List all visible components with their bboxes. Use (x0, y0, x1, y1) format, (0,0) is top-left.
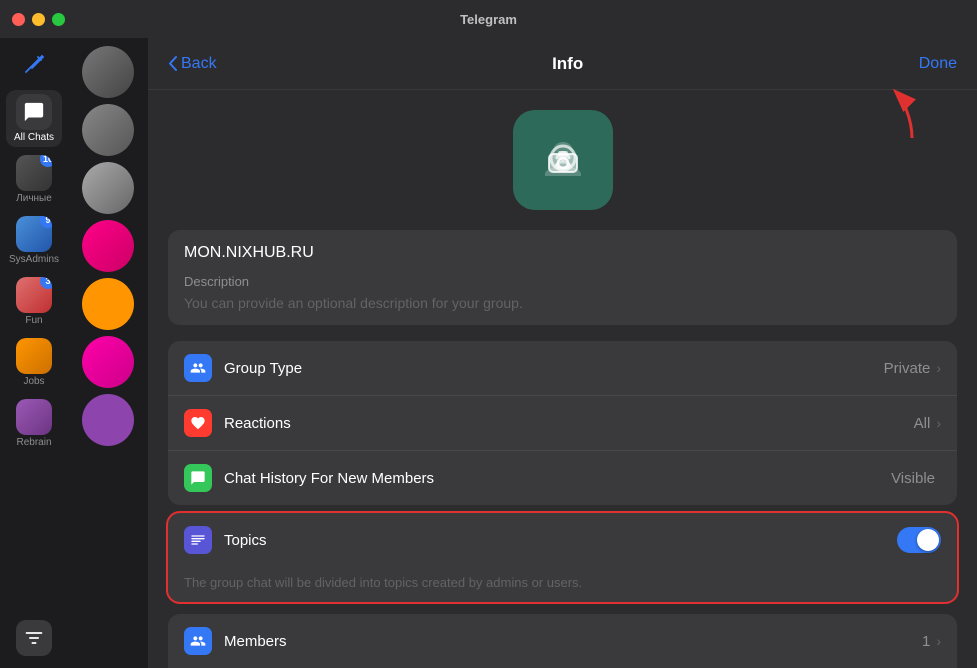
chat-avatar-3[interactable] (82, 162, 134, 214)
chat-avatar-1[interactable] (82, 46, 134, 98)
sidebar-item-personal-label: Личные (16, 193, 52, 204)
group-name: MON.NIXHUB.RU (184, 244, 941, 262)
members-row[interactable]: Members 1 › (168, 614, 957, 668)
toggle-thumb (917, 529, 939, 551)
chat-history-row[interactable]: Chat History For New Members Visible (168, 451, 957, 505)
filter-icon (16, 620, 52, 656)
title-bar: Telegram (0, 0, 977, 38)
sidebar-item-rebrain[interactable]: Rebrain (6, 395, 62, 452)
members-card: Members 1 › Invite Links 1 › (168, 614, 957, 668)
sidebar-item-filter[interactable] (6, 616, 62, 660)
rebrain-icon (16, 399, 52, 435)
avatar-section (168, 110, 957, 210)
chat-avatar-4[interactable] (82, 220, 134, 272)
reactions-chevron: › (936, 415, 941, 431)
maximize-button[interactable] (52, 13, 65, 26)
reactions-icon (184, 409, 212, 437)
all-chats-icon (16, 94, 52, 130)
chat-list (68, 38, 148, 668)
sidebar-item-jobs[interactable]: Jobs (6, 334, 62, 391)
fun-icon: 3 (16, 277, 52, 313)
topics-card: Topics The group chat will be divided in… (168, 513, 957, 602)
done-button[interactable]: Done (919, 55, 957, 73)
app-title: Telegram (460, 12, 517, 27)
members-icon (184, 627, 212, 655)
scroll-content: MON.NIXHUB.RU Description You can provid… (148, 90, 977, 668)
chat-history-value: Visible (891, 470, 935, 487)
topics-icon (184, 526, 212, 554)
sidebar-item-sysadmins-label: SysAdmins (9, 254, 59, 265)
topics-toggle[interactable] (897, 527, 941, 553)
topics-hint: The group chat will be divided into topi… (168, 567, 957, 602)
personal-icon: 10 (16, 155, 52, 191)
group-type-chevron: › (936, 360, 941, 376)
content-header: Back Info Done (148, 38, 977, 90)
back-button[interactable]: Back (168, 55, 217, 73)
sidebar-item-jobs-label: Jobs (23, 376, 44, 387)
sidebar-item-all-chats-label: All Chats (14, 132, 54, 143)
settings-card: Group Type Private › Reactions All › (168, 341, 957, 505)
reactions-label: Reactions (224, 415, 914, 432)
window-controls (12, 13, 65, 26)
topics-label: Topics (224, 532, 897, 549)
chat-avatar-6[interactable] (82, 336, 134, 388)
group-avatar[interactable] (513, 110, 613, 210)
reactions-row[interactable]: Reactions All › (168, 396, 957, 451)
chat-history-icon (184, 464, 212, 492)
members-label: Members (224, 633, 922, 650)
sidebar-item-sysadmins[interactable]: 9 SysAdmins (6, 212, 62, 269)
jobs-icon (16, 338, 52, 374)
header-title: Info (552, 54, 583, 74)
back-label: Back (181, 55, 217, 73)
close-button[interactable] (12, 13, 25, 26)
description-label: Description (184, 274, 941, 289)
minimize-button[interactable] (32, 13, 45, 26)
sidebar-item-fun-label: Fun (25, 315, 42, 326)
group-type-value: Private (884, 360, 931, 377)
content-area: Back Info Done (148, 38, 977, 668)
group-type-icon (184, 354, 212, 382)
sidebar-item-all-chats[interactable]: All Chats (6, 90, 62, 147)
info-card: MON.NIXHUB.RU Description You can provid… (168, 230, 957, 325)
chat-avatar-7[interactable] (82, 394, 134, 446)
topics-row[interactable]: Topics (168, 513, 957, 567)
sysadmins-icon: 9 (16, 216, 52, 252)
chat-history-label: Chat History For New Members (224, 470, 891, 487)
sidebar-item-fun[interactable]: 3 Fun (6, 273, 62, 330)
sidebar-item-personal[interactable]: 10 Личные (6, 151, 62, 208)
reactions-value: All (914, 415, 931, 432)
sidebar-item-rebrain-label: Rebrain (16, 437, 51, 448)
members-chevron: › (936, 633, 941, 649)
members-value: 1 (922, 633, 930, 650)
chat-avatar-5[interactable] (82, 278, 134, 330)
group-type-label: Group Type (224, 360, 884, 377)
group-type-row[interactable]: Group Type Private › (168, 341, 957, 396)
chat-avatar-2[interactable] (82, 104, 134, 156)
description-hint: You can provide an optional description … (184, 295, 941, 311)
compose-button[interactable] (16, 46, 52, 82)
icon-sidebar: All Chats 10 Личные 9 SysAdmins 3 Fun (0, 38, 68, 668)
